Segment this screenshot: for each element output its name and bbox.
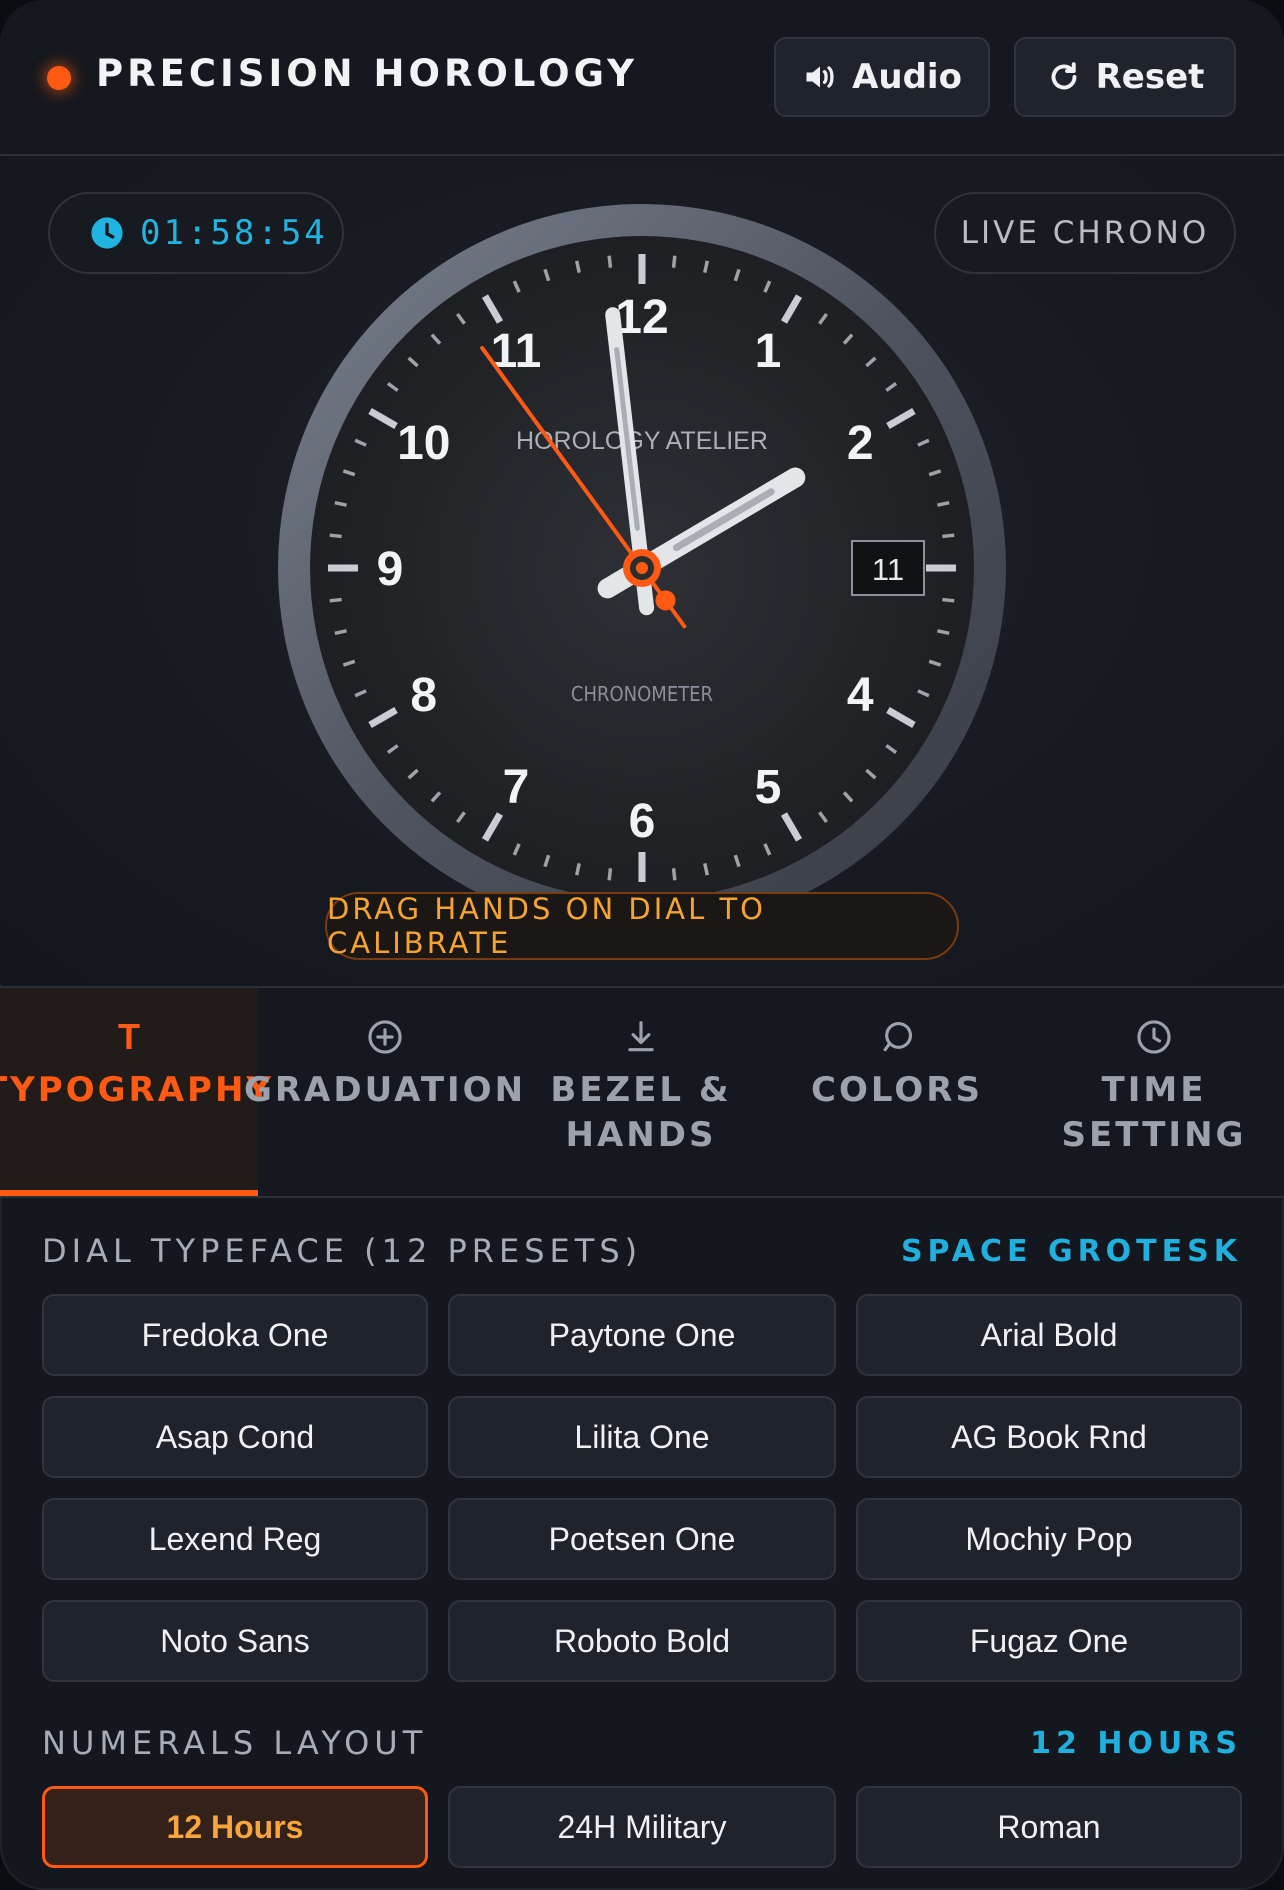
typeface-section-header: DIAL TYPEFACE (12 PRESETS) SPACE GROTESK bbox=[42, 1232, 1242, 1270]
numeral-7: 7 bbox=[503, 761, 530, 814]
minor-tick bbox=[671, 255, 677, 268]
reset-button-label: Reset bbox=[1095, 57, 1205, 97]
clock-icon bbox=[91, 217, 123, 249]
app-title: PRECISION HOROLOGY bbox=[96, 52, 638, 95]
tab-bezel-hands[interactable]: BEZEL & HANDS bbox=[512, 988, 770, 1196]
plus-circle-icon bbox=[368, 1020, 402, 1054]
minor-tick bbox=[671, 868, 677, 881]
audio-button-label: Audio bbox=[852, 57, 962, 97]
numerals-layout-option[interactable]: 12 Hours bbox=[42, 1786, 428, 1868]
typeface-option[interactable]: Poetsen One bbox=[448, 1498, 836, 1580]
numeral-4: 4 bbox=[847, 669, 874, 722]
typeface-section-title: DIAL TYPEFACE (12 PRESETS) bbox=[42, 1232, 643, 1270]
minor-tick bbox=[607, 255, 613, 268]
typeface-option[interactable]: Arial Bold bbox=[856, 1294, 1242, 1376]
numerals-section-title: NUMERALS LAYOUT bbox=[42, 1724, 428, 1762]
typeface-current: SPACE GROTESK bbox=[900, 1233, 1242, 1269]
date-value: 11 bbox=[872, 552, 904, 587]
minor-tick bbox=[937, 501, 950, 507]
tab-typography[interactable]: T TYPOGRAPHY bbox=[0, 988, 271, 1196]
refresh-icon bbox=[1051, 62, 1077, 90]
audio-button[interactable]: Audio bbox=[774, 37, 990, 117]
download-icon bbox=[628, 1021, 654, 1052]
live-chrono-badge[interactable]: LIVE CHRONO bbox=[934, 192, 1236, 274]
minor-tick bbox=[334, 501, 347, 507]
numeral-2: 2 bbox=[847, 417, 874, 470]
minor-tick bbox=[329, 533, 342, 539]
minor-tick bbox=[334, 629, 347, 635]
typeface-option[interactable]: Noto Sans bbox=[42, 1600, 428, 1682]
minor-tick bbox=[937, 629, 950, 635]
tab-time-setting-label: TIME SETTING bbox=[1061, 1070, 1247, 1155]
numeral-8: 8 bbox=[410, 669, 437, 722]
clock-stage: 12 1 2 4 5 6 7 8 9 10 11 HOROLOGY ATELIER CHRONOME… bbox=[0, 156, 1284, 984]
tab-colors-label: COLORS bbox=[811, 1070, 983, 1110]
numeral-6: 6 bbox=[629, 795, 656, 848]
typeface-option[interactable]: Fugaz One bbox=[856, 1600, 1242, 1682]
tab-typography-label: TYPOGRAPHY bbox=[0, 1070, 275, 1110]
numerals-layout-option[interactable]: 24H Military bbox=[448, 1786, 836, 1868]
numerals-section-header: NUMERALS LAYOUT 12 HOURS bbox=[42, 1724, 1242, 1762]
digital-time-pill: 01:58:54 bbox=[48, 192, 344, 274]
minor-tick bbox=[942, 597, 955, 603]
numeral-9: 9 bbox=[377, 543, 404, 596]
status-indicator bbox=[47, 66, 71, 90]
minor-tick bbox=[607, 868, 613, 881]
numerals-current: 12 HOURS bbox=[1030, 1725, 1242, 1761]
tab-graduation[interactable]: GRADUATION bbox=[244, 988, 523, 1196]
numerals-layout-option[interactable]: Roman bbox=[856, 1786, 1242, 1868]
minor-tick bbox=[575, 260, 581, 273]
settings-tabs: T TYPOGRAPHY GRADUATION BEZEL & HANDS CO… bbox=[0, 986, 1284, 1198]
digital-time: 01:58:54 bbox=[140, 213, 328, 253]
typeface-option[interactable]: Roboto Bold bbox=[448, 1600, 836, 1682]
numeral-10: 10 bbox=[397, 417, 450, 470]
tab-time-setting[interactable]: TIME SETTING bbox=[1024, 988, 1284, 1196]
minor-tick bbox=[703, 260, 709, 273]
dial-brand: HOROLOGY ATELIER bbox=[516, 427, 768, 455]
reset-button[interactable]: Reset bbox=[1014, 37, 1236, 117]
app-window: PRECISION HOROLOGY Audio Reset 12 1 2 4 … bbox=[0, 0, 1284, 1890]
calibrate-hint: DRAG HANDS ON DIAL TO CALIBRATE bbox=[325, 892, 959, 960]
clock-outline-icon bbox=[1137, 1020, 1171, 1054]
numeral-5: 5 bbox=[755, 761, 782, 814]
typeface-option[interactable]: AG Book Rnd bbox=[856, 1396, 1242, 1478]
typeface-option[interactable]: Lilita One bbox=[448, 1396, 836, 1478]
minor-tick bbox=[329, 597, 342, 603]
analog-clock[interactable]: 12124567891011 HOROLOGY ATELIER CHRONOME… bbox=[0, 156, 1284, 984]
speaker-icon bbox=[806, 66, 834, 88]
numeral-12: 12 bbox=[615, 291, 668, 344]
numeral-1: 1 bbox=[755, 325, 782, 378]
tab-colors[interactable]: COLORS bbox=[770, 988, 1024, 1196]
minor-tick bbox=[942, 533, 955, 539]
numerals-options: 12 Hours 24H Military Roman bbox=[42, 1786, 1242, 1868]
typeface-option[interactable]: Mochiy Pop bbox=[856, 1498, 1242, 1580]
typeface-option[interactable]: Fredoka One bbox=[42, 1294, 428, 1376]
color-drop-icon bbox=[883, 1021, 913, 1052]
typeface-options: Fredoka One Paytone One Arial Bold Asap Con… bbox=[42, 1294, 1242, 1682]
tab-graduation-label: GRADUATION bbox=[243, 1070, 527, 1110]
typeface-option[interactable]: Asap Cond bbox=[42, 1396, 428, 1478]
tab-bezel-hands-label: BEZEL & HANDS bbox=[550, 1070, 732, 1155]
typeface-option[interactable]: Paytone One bbox=[448, 1294, 836, 1376]
typeface-option[interactable]: Lexend Reg bbox=[42, 1498, 428, 1580]
type-icon: T bbox=[118, 1016, 140, 1057]
minor-tick bbox=[703, 863, 709, 876]
dial-subtitle: CHRONOMETER bbox=[571, 682, 713, 706]
date-window: 11 bbox=[851, 540, 925, 596]
minor-tick bbox=[575, 863, 581, 876]
second-hand-counterweight bbox=[655, 590, 676, 611]
center-hub-pin bbox=[636, 562, 648, 574]
app-header: PRECISION HOROLOGY Audio Reset bbox=[0, 0, 1284, 156]
